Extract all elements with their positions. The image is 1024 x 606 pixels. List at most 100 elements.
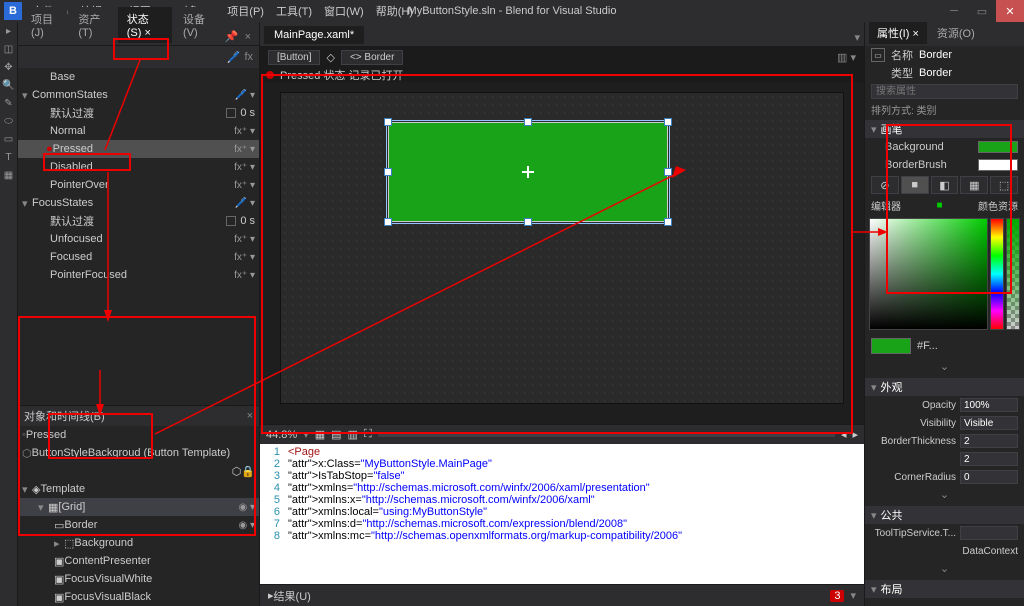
brush-resource[interactable]: ⬚	[990, 176, 1018, 194]
tab-states[interactable]: 状态(S) ×	[118, 7, 172, 43]
crumb-button[interactable]: [Button]	[268, 50, 320, 65]
tool-zoom[interactable]: 🔍	[0, 76, 17, 94]
design-canvas[interactable]	[260, 82, 864, 424]
tooltip-input[interactable]	[960, 526, 1018, 540]
alpha-slider[interactable]	[1006, 218, 1020, 330]
menu-project[interactable]: 项目(P)	[221, 3, 270, 19]
resize-handle[interactable]	[384, 218, 392, 226]
scope-icon[interactable]: ⬡	[232, 465, 242, 478]
section-appearance[interactable]: ▾外观	[865, 378, 1024, 396]
visibility-input[interactable]	[960, 416, 1018, 430]
tree-focusvisualwhite[interactable]: ▣ FocusVisualWhite	[18, 570, 259, 588]
tree-contentpresenter[interactable]: ▣ ContentPresenter	[18, 552, 259, 570]
saturation-area[interactable]	[869, 218, 988, 330]
section-layout[interactable]: ▾布局	[865, 580, 1024, 598]
pin-icon[interactable]: 📌	[225, 30, 239, 43]
panel-close[interactable]: ×	[241, 31, 255, 43]
resize-handle[interactable]	[384, 168, 392, 176]
resize-handle[interactable]	[524, 118, 532, 126]
section-common[interactable]: ▾公共	[865, 506, 1024, 524]
brush-gradient[interactable]: ◧	[931, 176, 959, 194]
thickness-input[interactable]	[960, 434, 1018, 448]
resize-handle[interactable]	[664, 118, 672, 126]
resize-handle[interactable]	[664, 168, 672, 176]
chrome-restore[interactable]: ▭	[968, 0, 996, 22]
menu-tools[interactable]: 工具(T)	[270, 3, 318, 19]
code-editor[interactable]: 1<Page2 "attr">x:Class="MyButtonStyle.Ma…	[260, 444, 864, 584]
state-focused[interactable]: Focusedfx⁺ ▾	[18, 248, 259, 266]
hue-slider[interactable]	[990, 218, 1004, 330]
objects-close[interactable]: ×	[247, 410, 253, 422]
crumb-border[interactable]: <> Border	[341, 50, 403, 65]
tool-select[interactable]: ◫	[0, 40, 17, 58]
view-icon[interactable]: ⛶	[364, 428, 372, 441]
objects-template-root[interactable]: ⬡ ButtonStyleBackgroud (Button Template)	[18, 444, 259, 462]
color-picker[interactable]	[865, 214, 1024, 334]
state-base[interactable]: Base	[18, 68, 259, 86]
tab-properties[interactable]: 属性(I) ×	[869, 22, 927, 44]
default-transition[interactable]: 默认过渡 0 s	[18, 104, 259, 122]
state-pointerfocused[interactable]: PointerFocusedfx⁺ ▾	[18, 266, 259, 284]
doc-tab-mainpage[interactable]: MainPage.xaml*	[264, 26, 364, 44]
results-collapse[interactable]: ▾	[850, 589, 856, 602]
results-bar[interactable]: ▸ 结果(U) 3 ▾	[260, 584, 864, 606]
lock-icon[interactable]: 🔒	[241, 465, 255, 478]
view-icon[interactable]: ▥	[348, 428, 358, 441]
state-disabled[interactable]: Disabledfx⁺ ▾	[18, 158, 259, 176]
tree-background[interactable]: ▸⬚ Background	[18, 534, 259, 552]
objects-template-node[interactable]: ▾◈ Template	[18, 480, 259, 498]
add-state-icon[interactable]: 🖊️	[227, 51, 241, 64]
tree-grid[interactable]: ▾▦ [Grid]◉ ▾	[18, 498, 259, 516]
scroll-right[interactable]: ▸	[852, 428, 858, 441]
tab-project[interactable]: 项目(J)	[22, 7, 67, 43]
chrome-close[interactable]: ✕	[996, 0, 1024, 22]
hex-value[interactable]: #F...	[917, 340, 938, 352]
state-unfocused[interactable]: Unfocusedfx⁺ ▾	[18, 230, 259, 248]
expand-common[interactable]: ⌄	[865, 560, 1024, 576]
tool-grid[interactable]: ▦	[0, 166, 17, 184]
state-pointerover[interactable]: PointerOverfx⁺ ▾	[18, 176, 259, 194]
view-icon[interactable]: ▤	[331, 428, 341, 441]
tool-brush[interactable]: ⬭	[0, 112, 17, 130]
tree-border[interactable]: ▭ Border◉ ▾	[18, 516, 259, 534]
tab-devices[interactable]: 设备(V)	[174, 7, 221, 43]
zoom-level[interactable]: 44.8%	[266, 429, 297, 441]
expand-brush[interactable]: ⌄	[865, 358, 1024, 374]
thickness-input-2[interactable]	[960, 452, 1018, 466]
menu-window[interactable]: 窗口(W)	[318, 3, 370, 19]
tool-rect[interactable]: ▭	[0, 130, 17, 148]
close-icon[interactable]: ×	[144, 27, 150, 39]
selected-element[interactable]	[388, 122, 668, 222]
resize-handle[interactable]	[384, 118, 392, 126]
search-input[interactable]	[871, 84, 1018, 99]
state-pressed[interactable]: ● Pressedfx⁺ ▾	[18, 140, 259, 158]
fx-icon[interactable]: fx	[244, 51, 253, 63]
resize-handle[interactable]	[664, 218, 672, 226]
tab-assets[interactable]: 资产(T)	[69, 7, 115, 43]
tool-pointer[interactable]: ▸	[0, 22, 17, 40]
tab-resources[interactable]: 资源(O)	[929, 22, 983, 44]
section-brush[interactable]: ▾画笔	[865, 120, 1024, 138]
expand-appearance[interactable]: ⌄	[865, 486, 1024, 502]
brush-solid[interactable]: ■	[901, 176, 929, 194]
doc-dropdown-icon[interactable]: ▾	[854, 31, 860, 44]
radius-input[interactable]	[960, 470, 1018, 484]
state-normal[interactable]: Normalfx⁺ ▾	[18, 122, 259, 140]
split-icon[interactable]: ▥ ▾	[837, 51, 856, 64]
tree-focusvisualblack[interactable]: ▣ FocusVisualBlack	[18, 588, 259, 606]
view-icon[interactable]: ▦	[315, 428, 325, 441]
brush-tile[interactable]: ▦	[960, 176, 988, 194]
chrome-minimize[interactable]: ─	[940, 0, 968, 22]
objects-state[interactable]: ◦ Pressed	[18, 426, 259, 444]
tool-text[interactable]: T	[0, 148, 17, 166]
scrollbar-h[interactable]	[378, 433, 835, 437]
default-transition-focus[interactable]: 默认过渡 0 s	[18, 212, 259, 230]
tool-hand[interactable]: ✥	[0, 58, 17, 76]
state-group-common[interactable]: ▾CommonStates🖊️ ▾	[18, 86, 259, 104]
opacity-input[interactable]	[960, 398, 1018, 412]
states-tree[interactable]: Base ▾CommonStates🖊️ ▾ 默认过渡 0 s Normalfx…	[18, 68, 259, 405]
sort-row[interactable]: 排列方式: 类别	[865, 100, 1024, 118]
state-group-focus[interactable]: ▾FocusStates🖊️ ▾	[18, 194, 259, 212]
prop-borderbrush[interactable]: BorderBrush	[865, 156, 1024, 174]
prop-background[interactable]: Background	[865, 138, 1024, 156]
